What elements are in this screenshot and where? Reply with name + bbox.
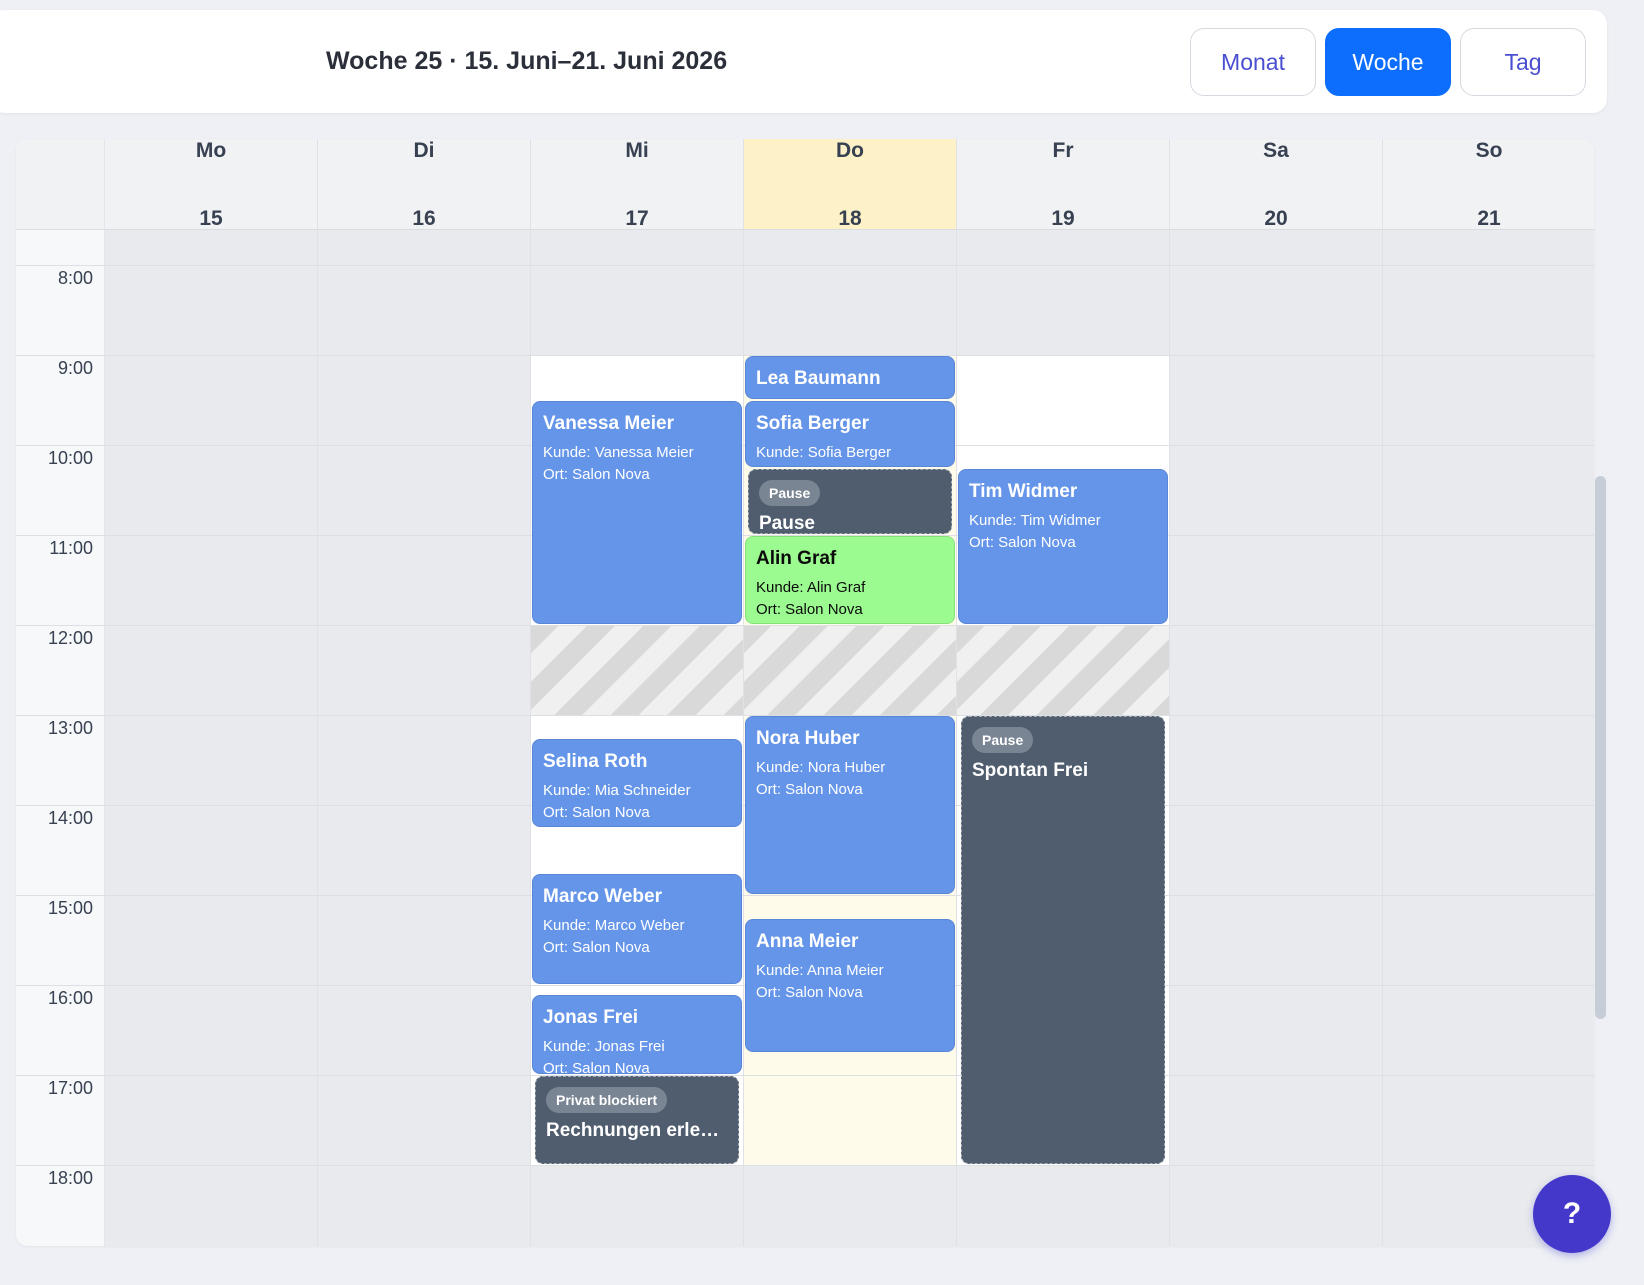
event-title: Nora Huber bbox=[756, 728, 860, 749]
day-header-di[interactable]: Di 16 bbox=[318, 139, 531, 230]
event-customer: Kunde: Jonas Frei bbox=[543, 1038, 665, 1055]
blocked-event[interactable]: Pause Spontan Frei bbox=[961, 716, 1165, 1164]
day-header-mi[interactable]: Mi 17 bbox=[531, 139, 744, 230]
event-location: Ort: Salon Nova bbox=[756, 983, 863, 1001]
appointment-event[interactable]: Alin Graf Kunde: Alin Graf Ort: Salon Nova bbox=[745, 536, 955, 624]
day-name: Mo bbox=[195, 139, 227, 162]
grid-line bbox=[16, 625, 1594, 626]
event-title: Lea Baumann bbox=[756, 368, 881, 389]
appointment-event[interactable]: Marco Weber Kunde: Marco Weber Ort: Salon … bbox=[532, 873, 742, 984]
appointment-event[interactable]: Lea Baumann bbox=[745, 356, 955, 399]
day-header-sa[interactable]: Sa 20 bbox=[1170, 139, 1383, 230]
event-location: Ort: Salon Nova bbox=[756, 601, 863, 618]
event-location: Ort: Salon Nova bbox=[756, 781, 863, 798]
event-customer: Kunde: Anna Meier bbox=[756, 961, 884, 979]
appointment-event[interactable]: Vanessa Meier Kunde: Vanessa Meier Ort: Sa… bbox=[532, 401, 742, 624]
appointment-event[interactable]: Nora Huber Kunde: Nora Huber Ort: Salon No… bbox=[745, 716, 955, 894]
event-badge: Pause bbox=[759, 479, 821, 506]
vertical-scrollbar[interactable] bbox=[1595, 476, 1606, 1019]
time-label: 16:00 bbox=[47, 988, 93, 1008]
time-label: 14:00 bbox=[47, 808, 93, 828]
event-customer: Kunde: Alin Graf bbox=[756, 579, 866, 596]
event-customer: Kunde: Tim Widmer bbox=[969, 511, 1101, 529]
event-customer: Kunde: Mia Schneider bbox=[543, 781, 691, 799]
appointment-event[interactable]: Tim Widmer Kunde: Tim Widmer Ort: Salon No… bbox=[958, 468, 1168, 624]
event-title: Jonas Frei bbox=[543, 1007, 639, 1028]
event-customer: Kunde: Vanessa Meier bbox=[543, 444, 694, 461]
view-week-button[interactable]: Woche bbox=[1325, 28, 1451, 96]
lunch-break-block bbox=[744, 625, 956, 715]
day-number: 19 bbox=[1051, 207, 1075, 230]
grid-line bbox=[16, 895, 1594, 896]
view-day-button[interactable]: Tag bbox=[1460, 28, 1586, 96]
day-column-di[interactable] bbox=[318, 139, 531, 1246]
event-location: Ort: Salon Nova bbox=[543, 466, 650, 483]
grid-line bbox=[16, 1075, 1594, 1076]
event-title: Selina Roth bbox=[543, 750, 648, 772]
event-badge: Pause bbox=[972, 727, 1034, 753]
time-label: 8:00 bbox=[57, 268, 93, 288]
day-number: 21 bbox=[1477, 207, 1501, 230]
day-name: Di bbox=[413, 139, 435, 162]
event-title: Sofia Berger bbox=[756, 413, 869, 434]
day-number: 17 bbox=[625, 207, 649, 230]
time-label: 12:00 bbox=[47, 628, 93, 648]
appointment-event[interactable]: Selina Roth Kunde: Mia Schneider Ort: Salo… bbox=[532, 738, 742, 827]
lunch-break-block bbox=[531, 625, 743, 715]
appointment-event[interactable]: Anna Meier Kunde: Anna Meier Ort: Salon No… bbox=[745, 918, 955, 1052]
time-label: 9:00 bbox=[57, 358, 93, 378]
event-badge: Privat blockiert bbox=[546, 1087, 668, 1113]
event-location: Ort: Salon Nova bbox=[969, 533, 1076, 551]
day-number: 15 bbox=[199, 207, 223, 230]
event-location: Ort: Salon Nova bbox=[543, 938, 650, 956]
help-button[interactable]: ? bbox=[1533, 1175, 1611, 1253]
week-calendar-grid: 8:00 9:00 10:00 11:00 12:00 13:00 14:00 15:00 16… bbox=[16, 139, 1594, 1246]
blocked-event[interactable]: Privat blockiert Rechnungen erledigen bbox=[535, 1076, 739, 1164]
event-title: Spontan Frei bbox=[972, 760, 1089, 781]
time-label: 18:00 bbox=[47, 1168, 93, 1188]
time-label: 11:00 bbox=[49, 538, 93, 558]
day-header-do[interactable]: Do 18 bbox=[744, 139, 957, 230]
event-title: Rechnungen erledigen bbox=[546, 1120, 728, 1141]
day-header-mo[interactable]: Mo 15 bbox=[105, 139, 318, 230]
day-number: 18 bbox=[838, 207, 862, 230]
appointment-event[interactable]: Jonas Frei Kunde: Jonas Frei Ort: Salon No… bbox=[532, 995, 742, 1074]
event-customer: Kunde: Sofia Berger bbox=[756, 444, 892, 461]
event-title: Alin Graf bbox=[756, 548, 837, 569]
time-label: 17:00 bbox=[47, 1078, 93, 1098]
time-label: 10:00 bbox=[47, 448, 93, 468]
event-location: Ort: Salon Nova bbox=[543, 1060, 650, 1074]
lunch-break-block bbox=[957, 625, 1169, 715]
day-header-so[interactable]: So 21 bbox=[1383, 139, 1594, 230]
day-number: 16 bbox=[412, 207, 436, 230]
time-label: 15:00 bbox=[47, 898, 93, 918]
day-name: Mi bbox=[625, 139, 649, 162]
day-name: So bbox=[1475, 139, 1503, 162]
grid-corner bbox=[16, 139, 105, 230]
week-title: Woche 25 · 15. Juni–21. Juni 2026 bbox=[326, 47, 728, 75]
day-name: Do bbox=[836, 139, 864, 162]
time-label: 13:00 bbox=[47, 718, 93, 738]
day-column-mo[interactable] bbox=[105, 139, 318, 1246]
blocked-event[interactable]: Pause Pause bbox=[748, 468, 952, 534]
event-customer: Kunde: Marco Weber bbox=[543, 916, 685, 934]
event-title: Vanessa Meier bbox=[543, 413, 674, 434]
appointment-event[interactable]: Sofia Berger Kunde: Sofia Berger bbox=[745, 401, 955, 467]
day-number: 20 bbox=[1264, 207, 1288, 230]
event-title: Pause bbox=[759, 512, 815, 534]
event-title: Tim Widmer bbox=[969, 480, 1078, 502]
event-location: Ort: Salon Nova bbox=[543, 803, 650, 821]
day-header-fr[interactable]: Fr 19 bbox=[957, 139, 1170, 230]
day-column-so[interactable] bbox=[1383, 139, 1594, 1246]
event-title: Anna Meier bbox=[756, 930, 859, 952]
grid-line bbox=[16, 1165, 1594, 1166]
day-name: Fr bbox=[1052, 139, 1074, 162]
grid-line bbox=[16, 265, 1594, 266]
day-column-sa[interactable] bbox=[1170, 139, 1383, 1246]
event-title: Marco Weber bbox=[543, 885, 662, 907]
day-name: Sa bbox=[1263, 139, 1289, 162]
view-month-button[interactable]: Monat bbox=[1190, 28, 1316, 96]
event-customer: Kunde: Nora Huber bbox=[756, 759, 886, 776]
